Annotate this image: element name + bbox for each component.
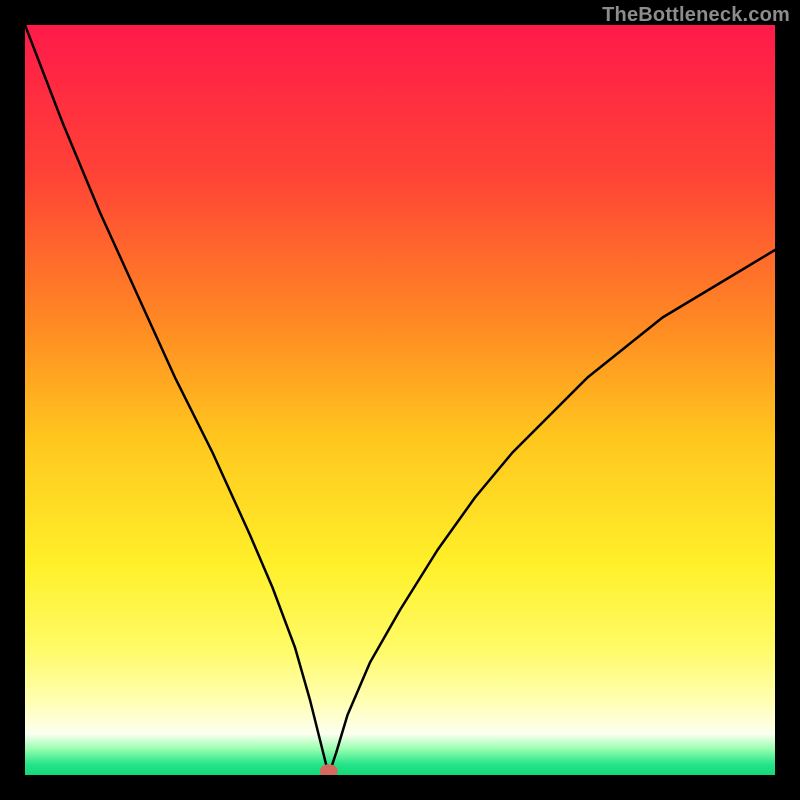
bottleneck-chart — [0, 0, 800, 800]
attribution-text: TheBottleneck.com — [602, 4, 790, 27]
gradient-background — [25, 25, 775, 775]
frame-edge — [775, 0, 800, 800]
frame-edge — [0, 0, 25, 800]
frame-edge — [0, 775, 800, 800]
